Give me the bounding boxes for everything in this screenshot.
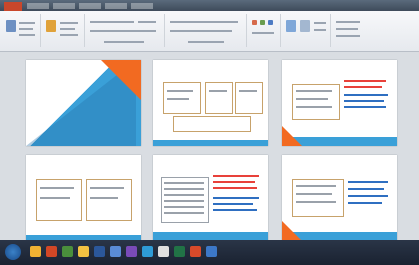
app-icon[interactable] bbox=[206, 246, 217, 257]
taskbar bbox=[0, 240, 419, 265]
tab-design[interactable] bbox=[79, 3, 101, 9]
paste-icon[interactable] bbox=[6, 20, 16, 32]
new-slide-icon[interactable] bbox=[46, 20, 56, 32]
slide-thumbnail-6[interactable] bbox=[282, 155, 397, 241]
diagram-box bbox=[86, 179, 132, 221]
app-icon[interactable] bbox=[190, 246, 201, 257]
slide-orange-corner bbox=[282, 126, 302, 146]
explorer-icon[interactable] bbox=[30, 246, 41, 257]
slide-thumbnail-2[interactable] bbox=[153, 60, 268, 146]
excel-icon[interactable] bbox=[174, 246, 185, 257]
tab-insert[interactable] bbox=[53, 3, 75, 9]
slide-thumbnail-1[interactable] bbox=[26, 60, 141, 146]
paragraph-group bbox=[166, 14, 247, 47]
slides-group bbox=[42, 14, 85, 47]
slide-sorter bbox=[0, 52, 419, 241]
folder-icon[interactable] bbox=[78, 246, 89, 257]
chrome-icon[interactable] bbox=[62, 246, 73, 257]
shape-icon[interactable] bbox=[260, 20, 265, 25]
shape-icon[interactable] bbox=[252, 20, 257, 25]
editing-group bbox=[332, 14, 366, 47]
drawing-group bbox=[248, 14, 281, 47]
windows-start-icon[interactable] bbox=[5, 244, 21, 260]
app-icon[interactable] bbox=[142, 246, 153, 257]
word-icon[interactable] bbox=[94, 246, 105, 257]
diagram-box bbox=[173, 116, 251, 132]
tab-animations[interactable] bbox=[131, 3, 153, 9]
arrange-group bbox=[282, 14, 331, 47]
app-icon[interactable] bbox=[110, 246, 121, 257]
ribbon bbox=[0, 11, 419, 52]
slide-thumbnail-4[interactable] bbox=[26, 155, 141, 241]
arrange-icon[interactable] bbox=[286, 20, 296, 32]
slide-thumbnail-3[interactable] bbox=[282, 60, 397, 146]
tab-transitions[interactable] bbox=[105, 3, 127, 9]
file-tab[interactable] bbox=[4, 2, 22, 11]
app-icon[interactable] bbox=[126, 246, 137, 257]
diagram-box bbox=[235, 82, 263, 114]
clipboard-group bbox=[2, 14, 41, 47]
title-bar bbox=[0, 0, 419, 11]
app-icon[interactable] bbox=[158, 246, 169, 257]
diagram-box bbox=[36, 179, 82, 221]
slide-orange-corner bbox=[282, 221, 302, 241]
tab-home[interactable] bbox=[27, 3, 49, 9]
cover-orange-corner bbox=[101, 60, 141, 100]
quick-styles-icon[interactable] bbox=[300, 20, 310, 32]
slide-thumbnail-5[interactable] bbox=[153, 155, 268, 241]
shape-icon[interactable] bbox=[268, 20, 273, 25]
slide-footer-band bbox=[153, 140, 268, 146]
powerpoint-icon[interactable] bbox=[46, 246, 57, 257]
diagram-box bbox=[205, 82, 233, 114]
font-group bbox=[86, 14, 165, 47]
